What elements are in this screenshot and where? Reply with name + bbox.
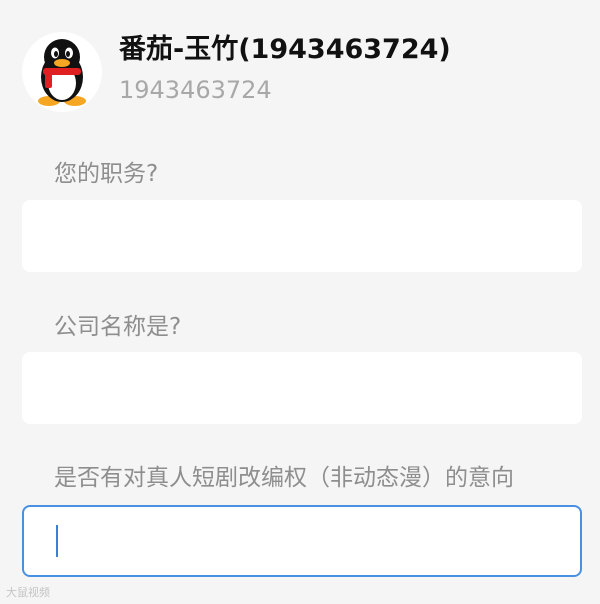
profile-header: 番茄-玉竹(1943463724) 1943463724	[22, 32, 451, 112]
user-info: 番茄-玉竹(1943463724) 1943463724	[119, 32, 451, 106]
qq-penguin-icon	[38, 39, 86, 106]
text-caret	[56, 525, 58, 557]
avatar[interactable]	[22, 32, 102, 112]
adaptation-rights-input[interactable]	[22, 505, 582, 577]
question-label-position: 您的职务?	[54, 161, 159, 187]
company-name-input[interactable]	[22, 352, 582, 424]
user-id: 1943463724	[119, 76, 272, 104]
question-label-company: 公司名称是?	[54, 314, 182, 340]
question-label-adaptation-rights: 是否有对真人短剧改编权（非动态漫）的意向	[54, 465, 514, 491]
position-input[interactable]	[22, 200, 582, 272]
watermark: 大鼠视频	[6, 586, 50, 599]
user-name: 番茄-玉竹(1943463724)	[119, 34, 451, 65]
